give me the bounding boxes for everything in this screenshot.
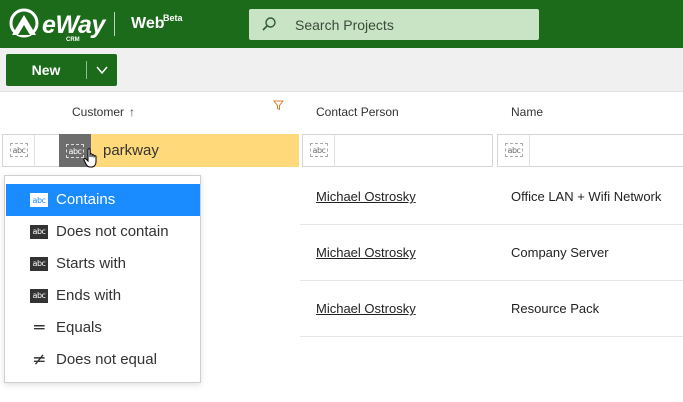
new-button[interactable]: New <box>6 54 86 86</box>
abc-start-icon: abc <box>30 257 48 271</box>
contact-person-link[interactable]: Michael Ostrosky <box>316 245 416 260</box>
contact-person-link[interactable]: Michael Ostrosky <box>316 189 416 204</box>
logo[interactable]: eWay CRM <box>8 5 105 43</box>
contact-person-link[interactable]: Michael Ostrosky <box>316 301 416 316</box>
sort-ascending-icon[interactable]: ↑ <box>129 105 135 119</box>
filter-icon[interactable] <box>273 100 284 111</box>
search-input[interactable] <box>295 9 530 40</box>
option-does-not-equal[interactable]: ≠ Does not equal <box>6 344 200 376</box>
hand-cursor-icon <box>83 148 97 168</box>
row-divider <box>300 280 683 281</box>
option-does-not-contain[interactable]: abc Does not contain <box>6 216 200 248</box>
customer-filter-input[interactable] <box>91 134 299 167</box>
logo-text: eWay <box>42 11 105 39</box>
option-ends-with[interactable]: abc Ends with <box>6 280 200 312</box>
option-label: Ends with <box>56 287 122 304</box>
option-starts-with[interactable]: abc Starts with <box>6 248 200 280</box>
command-bar: New <box>0 48 683 92</box>
logo-subtext: CRM <box>66 37 80 43</box>
column-header-contact-person[interactable]: Contact Person <box>316 92 399 132</box>
name-filter-mode-button[interactable]: abc <box>498 135 530 166</box>
app-version-badge: Beta <box>163 13 183 23</box>
option-label: Starts with <box>56 255 127 272</box>
top-bar: eWay CRM Web Beta <box>0 0 683 48</box>
contact-person-filter-cell[interactable]: abc <box>302 134 493 167</box>
column-header-customer[interactable]: Customer <box>72 92 124 132</box>
equals-icon: ═ <box>34 318 44 338</box>
project-name-cell[interactable]: Office LAN + Wifi Network <box>511 189 661 204</box>
chevron-down-icon[interactable] <box>95 63 109 77</box>
row-divider <box>300 224 683 225</box>
abc-dotted-icon: abc <box>310 143 328 157</box>
abc-dotted-icon: abc <box>505 143 523 157</box>
option-contains[interactable]: abc Contains <box>6 184 200 216</box>
header-divider <box>114 12 115 36</box>
search-box[interactable] <box>249 9 539 40</box>
column-header-name[interactable]: Name <box>511 92 543 132</box>
option-label: Does not contain <box>56 223 169 240</box>
option-label: Does not equal <box>56 351 157 368</box>
abc-inverted-icon: abc <box>30 225 48 239</box>
option-label: Equals <box>56 319 102 336</box>
row-divider <box>300 336 683 337</box>
search-icon <box>262 17 276 31</box>
option-label: Contains <box>56 191 116 208</box>
filter-cell-select[interactable]: abc <box>2 134 60 167</box>
filter-mode-dropdown: abc Contains abc Does not contain abc St… <box>4 175 201 383</box>
not-equal-icon: ≠ <box>32 350 46 370</box>
abc-dotted-icon: abc <box>30 193 48 207</box>
new-split-button: New <box>6 54 117 86</box>
contact-filter-mode-button[interactable]: abc <box>303 135 335 166</box>
abc-end-icon: abc <box>30 289 48 303</box>
abc-dotted-icon: abc <box>66 144 84 158</box>
new-button-divider <box>86 61 87 79</box>
project-name-cell[interactable]: Company Server <box>511 245 609 260</box>
abc-dotted-icon: abc <box>10 143 28 157</box>
app-name: Web <box>131 15 165 32</box>
option-equals[interactable]: ═ Equals <box>6 312 200 344</box>
name-filter-cell[interactable]: abc <box>497 134 683 167</box>
filter-mode-box[interactable]: abc <box>3 135 35 166</box>
project-name-cell[interactable]: Resource Pack <box>511 301 599 316</box>
